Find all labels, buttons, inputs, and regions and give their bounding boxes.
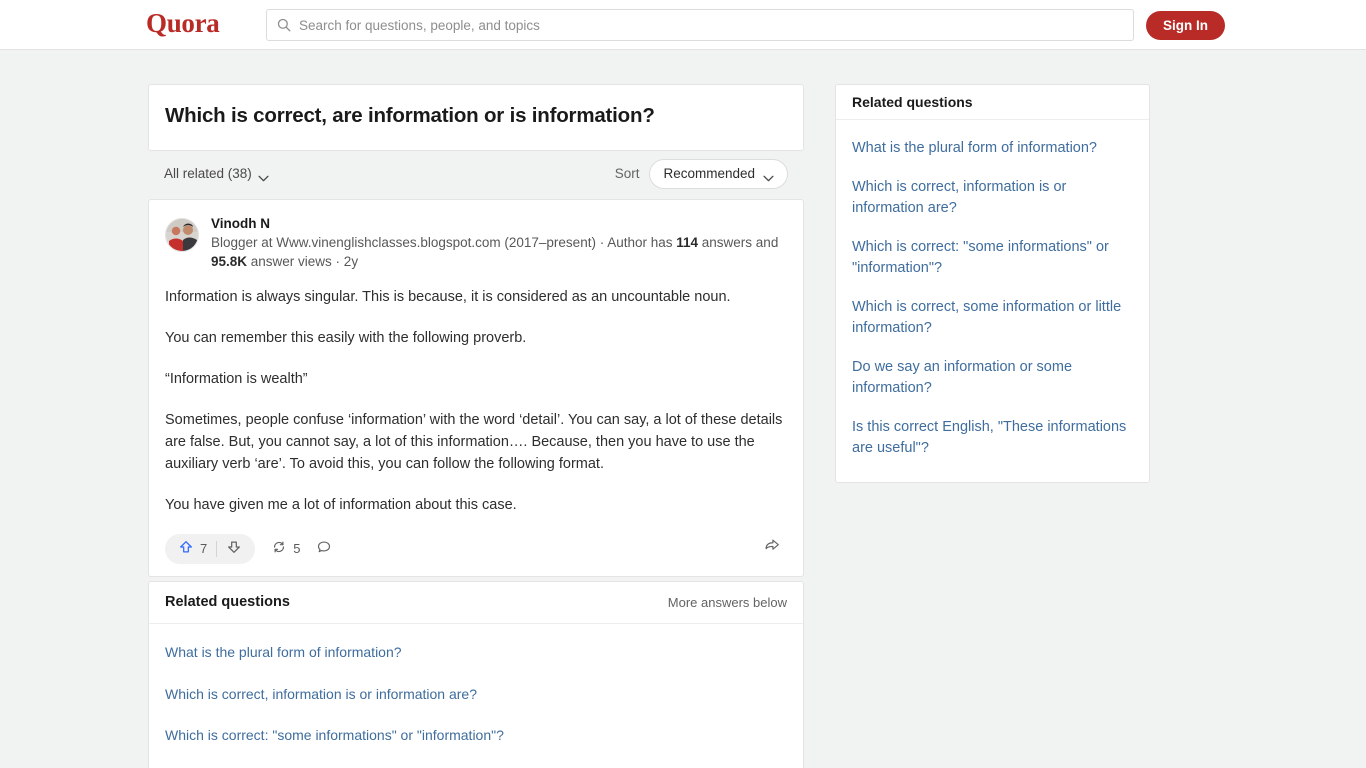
answer-filter-row: All related (38) Sort Recommended	[148, 153, 804, 195]
main-column: Which is correct, are information or is …	[148, 84, 804, 768]
sort-dropdown[interactable]: Recommended	[649, 158, 788, 189]
repost-icon	[271, 539, 287, 558]
search-input[interactable]	[299, 17, 1123, 33]
answer-card: Vinodh N Blogger at Www.vinenglishclasse…	[148, 198, 804, 577]
search-icon	[277, 18, 291, 32]
chevron-down-icon	[763, 170, 774, 182]
views-count: 95.8K	[211, 254, 248, 270]
sidebar-question-link[interactable]: Which is correct: "some informations" or…	[852, 228, 1133, 288]
page-body: Which is correct, are information or is …	[0, 50, 1366, 768]
sidebar-list: What is the plural form of information? …	[836, 120, 1149, 482]
upvote-arrow-icon	[178, 539, 194, 558]
answer-actions: 7 5	[165, 532, 787, 566]
answer-paragraph: Sometimes, people confuse ‘information’ …	[165, 411, 783, 472]
share-arrow-icon	[763, 539, 781, 557]
question-card: Which is correct, are information or is …	[148, 84, 804, 151]
avatar[interactable]	[165, 217, 199, 252]
related-question-link[interactable]: Which is correct, information is or info…	[165, 674, 787, 716]
answer-paragraph: “Information is wealth”	[165, 370, 308, 387]
comment-bubble-icon	[316, 539, 332, 558]
credential-prefix: Blogger at Www.vinenglishclasses.blogspo…	[211, 234, 677, 250]
answer-body: Information is always singular. This is …	[165, 286, 787, 516]
comment-button[interactable]	[316, 539, 332, 558]
upvote-count: 7	[200, 541, 208, 557]
all-related-filter[interactable]: All related (38)	[164, 166, 269, 182]
answer-paragraph: You have given me a lot of information a…	[165, 496, 517, 513]
site-header: Quora Sign In	[0, 0, 1366, 50]
author-name[interactable]: Vinodh N	[211, 216, 787, 231]
repost-button[interactable]: 5	[271, 539, 300, 558]
related-question-link[interactable]: Which is correct: "some informations" or…	[165, 715, 787, 757]
sort-value: Recommended	[663, 166, 755, 182]
share-button[interactable]	[763, 536, 781, 557]
related-questions-title: Related questions	[165, 594, 290, 611]
author-row: Vinodh N Blogger at Www.vinenglishclasse…	[165, 216, 787, 272]
page-title: Which is correct, are information or is …	[165, 104, 655, 127]
sign-in-button[interactable]: Sign In	[1146, 11, 1225, 40]
sidebar-question-link[interactable]: Do we say an information or some informa…	[852, 348, 1133, 408]
vote-pill: 7	[165, 533, 256, 564]
sort-control: Sort Recommended	[614, 158, 788, 189]
answers-count: 114	[676, 234, 699, 250]
author-credential: Blogger at Www.vinenglishclasses.blogspo…	[211, 233, 787, 272]
chevron-down-icon	[258, 170, 269, 182]
sort-label: Sort	[614, 166, 640, 182]
sidebar-title: Related questions	[852, 94, 973, 110]
more-answers-below-label[interactable]: More answers below	[668, 595, 787, 610]
sidebar-question-link[interactable]: Is this correct English, "These informat…	[852, 408, 1133, 468]
credential-suffix: answer views · 2y	[247, 254, 359, 270]
downvote-button[interactable]	[217, 534, 251, 564]
author-meta: Vinodh N Blogger at Www.vinenglishclasse…	[211, 216, 787, 272]
sidebar-related-questions-card: Related questions What is the plural for…	[835, 84, 1150, 484]
upvote-button[interactable]: 7	[169, 534, 216, 564]
repost-count: 5	[293, 541, 301, 557]
all-related-label: All related (38)	[164, 166, 252, 182]
search-box[interactable]	[266, 9, 1134, 41]
sidebar-question-link[interactable]: What is the plural form of information?	[852, 129, 1133, 168]
related-questions-list: What is the plural form of information? …	[149, 624, 803, 768]
related-questions-header: Related questions More answers below	[149, 582, 803, 624]
answer-paragraph: Information is always singular. This is …	[165, 288, 731, 305]
downvote-arrow-icon	[226, 539, 242, 558]
sidebar: Related questions What is the plural for…	[835, 84, 1150, 484]
related-question-link[interactable]: Which is correct, some information or li…	[165, 757, 787, 768]
sidebar-question-link[interactable]: Which is correct, information is or info…	[852, 168, 1133, 228]
sidebar-header: Related questions	[836, 85, 1149, 120]
related-questions-card: Related questions More answers below Wha…	[148, 580, 804, 768]
answer-paragraph: You can remember this easily with the fo…	[165, 329, 527, 346]
quora-logo[interactable]: Quora	[146, 8, 220, 39]
credential-middle: answers and	[698, 234, 779, 250]
related-question-link[interactable]: What is the plural form of information?	[165, 632, 787, 674]
sidebar-question-link[interactable]: Which is correct, some information or li…	[852, 288, 1133, 348]
